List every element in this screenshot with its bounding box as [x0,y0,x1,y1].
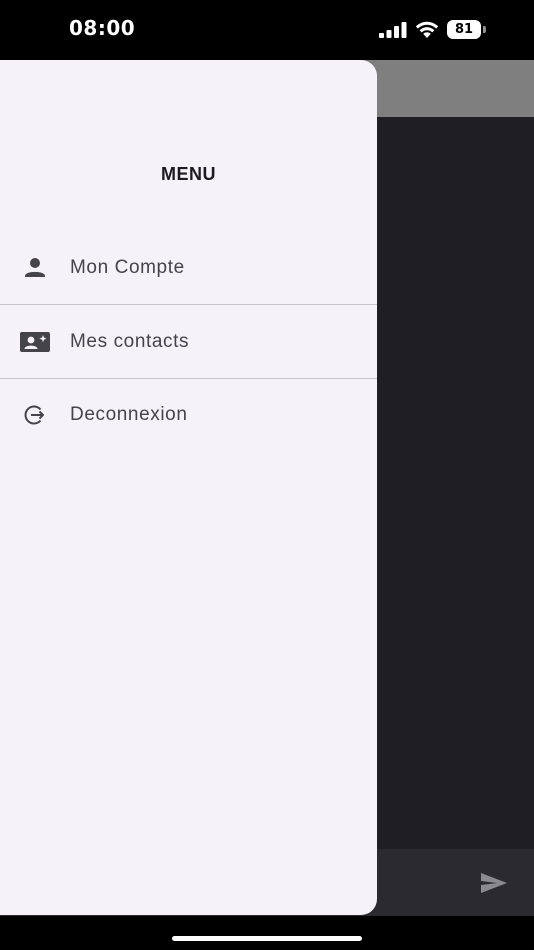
send-icon[interactable] [480,872,508,894]
menu-item-label: Deconnexion [70,404,188,425]
phone-screen: 08:00 81 MENU Mon Compte Mes contacts De… [0,0,534,950]
battery-icon: 81 [447,20,487,39]
menu-item-label: Mon Compte [70,257,185,278]
battery-cap [483,26,486,33]
menu-item-deconnexion[interactable]: Deconnexion [0,378,377,451]
contact-card-icon [20,332,50,352]
person-icon [25,258,45,277]
menu-title: MENU [161,164,216,184]
signal-icon [379,22,407,38]
menu-item-label: Mes contacts [70,331,190,352]
home-indicator[interactable] [172,936,362,941]
battery-level: 81 [454,22,474,37]
status-time: 08:00 [69,16,136,40]
menu-item-mes-contacts[interactable]: Mes contacts [0,305,377,378]
navigation-drawer: MENU Mon Compte Mes contacts Deconnexion [0,60,377,915]
menu-item-mon-compte[interactable]: Mon Compte [0,231,377,304]
logout-icon [24,405,44,425]
wifi-icon [415,21,439,38]
home-indicator-area [0,916,534,950]
status-bar: 08:00 81 [0,0,534,60]
